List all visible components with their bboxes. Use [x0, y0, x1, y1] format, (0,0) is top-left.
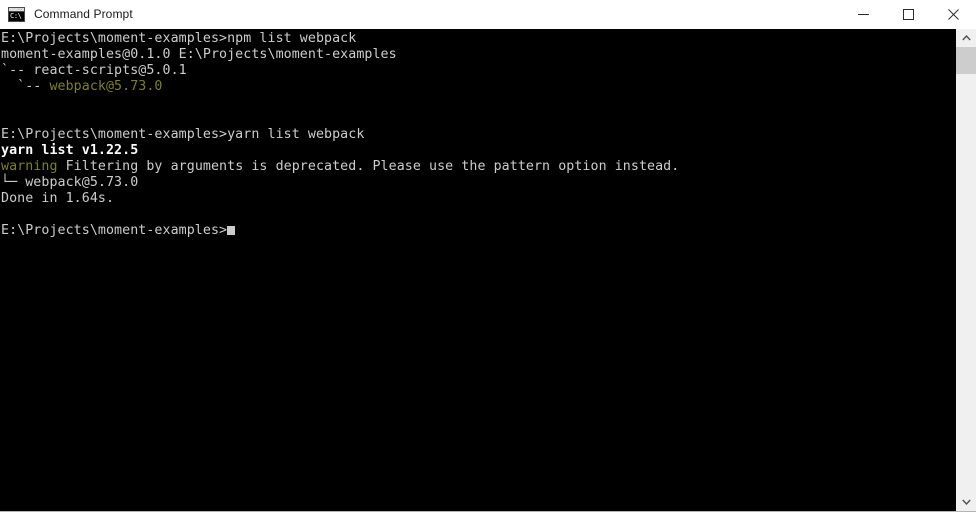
- console-line-npm-dep-react-scripts: `-- react-scripts@5.0.1: [0, 63, 955, 79]
- icon-prompt-text: C:\: [9, 12, 24, 21]
- window-controls: [841, 0, 976, 29]
- console-line-npm-command: E:\Projects\moment-examples>npm list web…: [0, 31, 955, 47]
- console-text: `--: [1, 79, 50, 94]
- close-icon: [948, 9, 959, 20]
- console-text: webpack@5.73.0: [49, 79, 163, 94]
- scrollbar-track[interactable]: [956, 47, 976, 493]
- window-title: Command Prompt: [34, 7, 133, 21]
- scroll-down-arrow[interactable]: [956, 493, 976, 511]
- console-text: E:\Projects\moment-examples>npm list web…: [1, 31, 357, 46]
- maximize-button[interactable]: [886, 0, 931, 29]
- console-line-npm-root-package: moment-examples@0.1.0 E:\Projects\moment…: [0, 47, 955, 63]
- terminal-area: E:\Projects\moment-examples>npm list web…: [0, 29, 976, 512]
- chevron-up-icon: [961, 35, 971, 41]
- console-text: `-- react-scripts@5.0.1: [1, 63, 187, 78]
- console-text: Filtering by arguments is deprecated. Pl…: [57, 159, 680, 174]
- text-cursor: [227, 226, 236, 235]
- scrollbar-thumb[interactable]: [956, 47, 976, 74]
- console-text: warning: [1, 159, 58, 174]
- chevron-down-icon: [961, 499, 971, 505]
- close-button[interactable]: [931, 0, 976, 29]
- console-text: moment-examples@0.1.0 E:\Projects\moment…: [1, 47, 397, 62]
- console-line-blank-1: [0, 95, 955, 111]
- scroll-up-arrow[interactable]: [956, 29, 976, 47]
- command-prompt-icon: ··· C:\: [8, 7, 25, 22]
- console-line-yarn-dep-webpack: └─ webpack@5.73.0: [0, 175, 955, 191]
- console-text: Done in 1.64s.: [1, 191, 115, 206]
- console-line-yarn-done: Done in 1.64s.: [0, 191, 955, 207]
- command-prompt-window: ··· C:\ Command Prompt E:\Projects\momen…: [0, 0, 976, 512]
- console-text: yarn list v1.22.5: [1, 143, 139, 158]
- maximize-icon: [903, 9, 914, 20]
- vertical-scrollbar[interactable]: [955, 29, 976, 511]
- console-line-blank-2: [0, 111, 955, 127]
- console-line-blank-3: [0, 207, 955, 223]
- console-line-final-prompt: E:\Projects\moment-examples>: [0, 223, 955, 239]
- console-line-yarn-command: E:\Projects\moment-examples>yarn list we…: [0, 127, 955, 143]
- console-line-yarn-version: yarn list v1.22.5: [0, 143, 955, 159]
- console-output[interactable]: E:\Projects\moment-examples>npm list web…: [0, 29, 955, 511]
- console-text: E:\Projects\moment-examples>yarn list we…: [1, 127, 365, 142]
- console-line-yarn-warning: warning Filtering by arguments is deprec…: [0, 159, 955, 175]
- minimize-button[interactable]: [841, 0, 886, 29]
- minimize-icon: [858, 14, 869, 15]
- title-bar[interactable]: ··· C:\ Command Prompt: [0, 0, 976, 29]
- console-text: └─ webpack@5.73.0: [1, 175, 139, 190]
- console-text: E:\Projects\moment-examples>: [1, 223, 228, 238]
- console-line-npm-dep-webpack: `-- webpack@5.73.0: [0, 79, 955, 95]
